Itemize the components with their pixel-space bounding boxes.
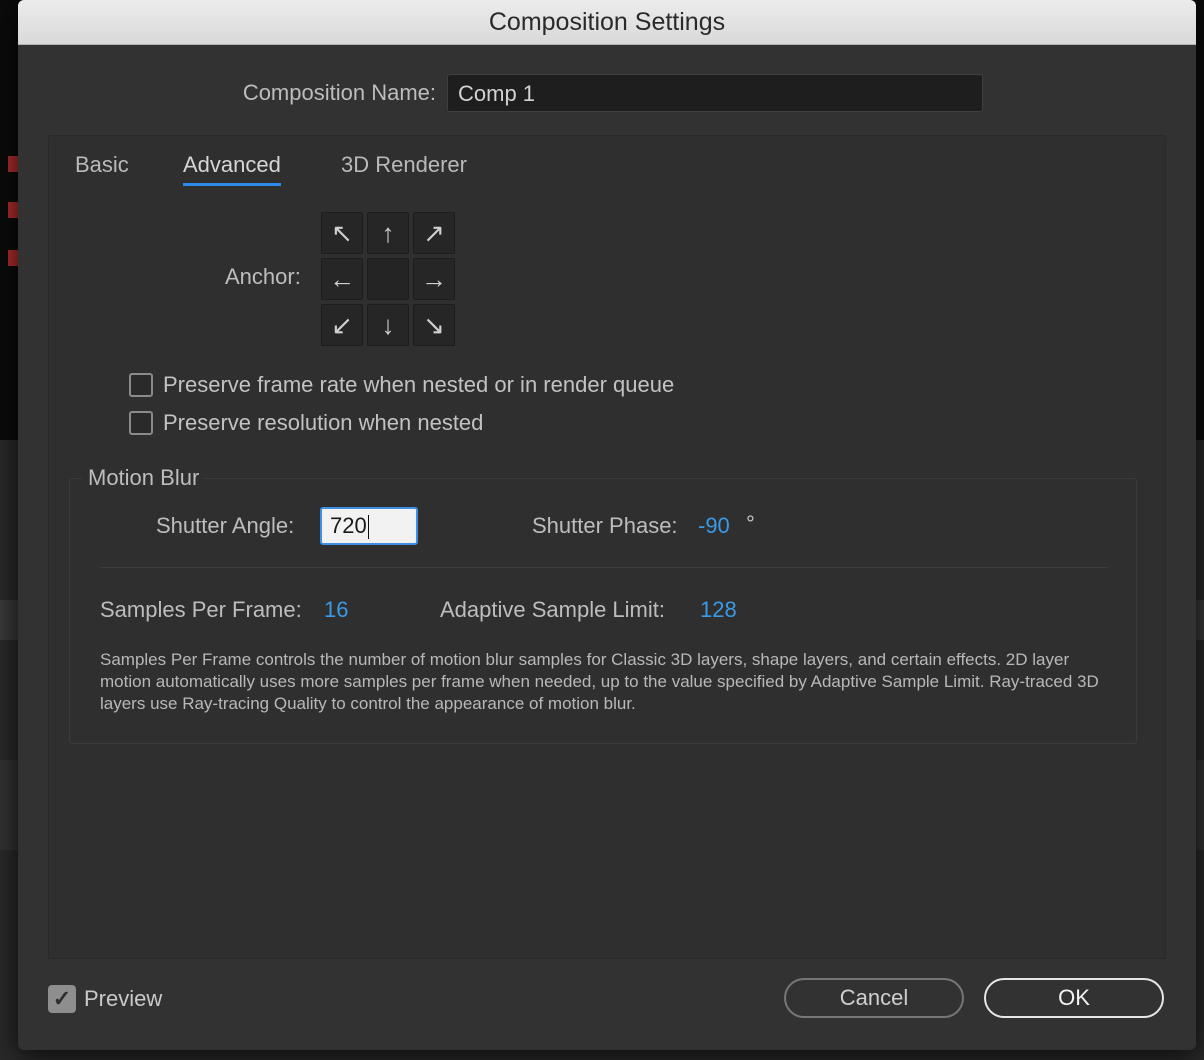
composition-settings-dialog: Composition Settings Composition Name: C… bbox=[18, 0, 1196, 1050]
anchor-top-button[interactable]: ↑ bbox=[367, 212, 409, 254]
anchor-right-button[interactable]: → bbox=[413, 258, 455, 300]
motion-blur-group: Motion Blur Shutter Angle: 720 Shutter P… bbox=[69, 465, 1137, 744]
background-marker bbox=[8, 156, 18, 172]
anchor-label: Anchor: bbox=[225, 264, 301, 289]
preview-label[interactable]: Preview bbox=[84, 986, 162, 1012]
cancel-button[interactable]: Cancel bbox=[784, 978, 964, 1018]
anchor-bottom-right-button[interactable]: ↘ bbox=[413, 304, 455, 346]
dialog-title[interactable]: Composition Settings bbox=[18, 0, 1196, 45]
anchor-bottom-left-button[interactable]: ↙ bbox=[321, 304, 363, 346]
samples-per-frame-value[interactable]: 16 bbox=[324, 597, 348, 623]
shutter-angle-value: 720 bbox=[330, 513, 367, 538]
checkmark-icon: ✓ bbox=[52, 986, 72, 1011]
composition-name-row: Composition Name: Comp 1 bbox=[18, 74, 1196, 114]
anchor-bottom-button[interactable]: ↓ bbox=[367, 304, 409, 346]
arrow-right-icon: → bbox=[421, 264, 447, 294]
anchor-top-right-button[interactable]: ↗ bbox=[413, 212, 455, 254]
shutter-phase-label: Shutter Phase: bbox=[532, 513, 678, 538]
samples-per-frame-label: Samples Per Frame: bbox=[100, 597, 302, 622]
preserve-frame-rate-checkbox[interactable] bbox=[129, 373, 153, 397]
adaptive-sample-limit-value[interactable]: 128 bbox=[700, 597, 737, 623]
arrow-up-left-icon: ↖ bbox=[331, 218, 353, 248]
shutter-angle-label: Shutter Angle: bbox=[156, 513, 295, 538]
text-caret bbox=[367, 515, 369, 540]
divider bbox=[100, 567, 1108, 568]
arrow-up-icon: ↑ bbox=[381, 218, 395, 248]
tab-3d-renderer[interactable]: 3D Renderer bbox=[341, 152, 467, 178]
shutter-phase-value[interactable]: -90 bbox=[698, 513, 730, 539]
preserve-frame-rate-label[interactable]: Preserve frame rate when nested or in re… bbox=[163, 372, 674, 398]
settings-panel: Basic Advanced 3D Renderer Anchor: ↖ ↑ ↗… bbox=[48, 135, 1166, 959]
arrow-up-right-icon: ↗ bbox=[423, 218, 445, 248]
preview-checkbox[interactable]: ✓ bbox=[48, 985, 76, 1013]
adaptive-sample-limit-label: Adaptive Sample Limit: bbox=[440, 597, 665, 622]
composition-name-label: Composition Name: bbox=[242, 80, 436, 105]
arrow-down-right-icon: ↘ bbox=[423, 310, 445, 340]
arrow-left-icon: ← bbox=[329, 264, 355, 294]
composition-name-input[interactable]: Comp 1 bbox=[447, 74, 983, 112]
preserve-frame-rate-row[interactable]: Preserve frame rate when nested or in re… bbox=[129, 370, 674, 400]
anchor-left-button[interactable]: ← bbox=[321, 258, 363, 300]
anchor-grid: ↖ ↑ ↗ ← → ↙ ↓ ↘ bbox=[321, 212, 455, 346]
background-marker bbox=[8, 202, 18, 218]
shutter-angle-input[interactable]: 720 bbox=[320, 507, 418, 545]
preview-checkbox-row[interactable]: ✓ Preview bbox=[48, 985, 162, 1013]
arrow-down-icon: ↓ bbox=[381, 310, 395, 340]
anchor-center-button[interactable] bbox=[367, 258, 409, 300]
preserve-resolution-row[interactable]: Preserve resolution when nested bbox=[129, 408, 483, 438]
ok-button[interactable]: OK bbox=[984, 978, 1164, 1018]
tab-advanced[interactable]: Advanced bbox=[183, 152, 281, 186]
motion-blur-title: Motion Blur bbox=[82, 465, 206, 491]
background-marker bbox=[8, 250, 18, 266]
preserve-resolution-label[interactable]: Preserve resolution when nested bbox=[163, 410, 483, 436]
arrow-down-left-icon: ↙ bbox=[331, 310, 353, 340]
motion-blur-description: Samples Per Frame controls the number of… bbox=[100, 650, 1099, 713]
tab-basic[interactable]: Basic bbox=[75, 152, 129, 178]
degree-unit: ° bbox=[746, 511, 755, 536]
anchor-top-left-button[interactable]: ↖ bbox=[321, 212, 363, 254]
preserve-resolution-checkbox[interactable] bbox=[129, 411, 153, 435]
